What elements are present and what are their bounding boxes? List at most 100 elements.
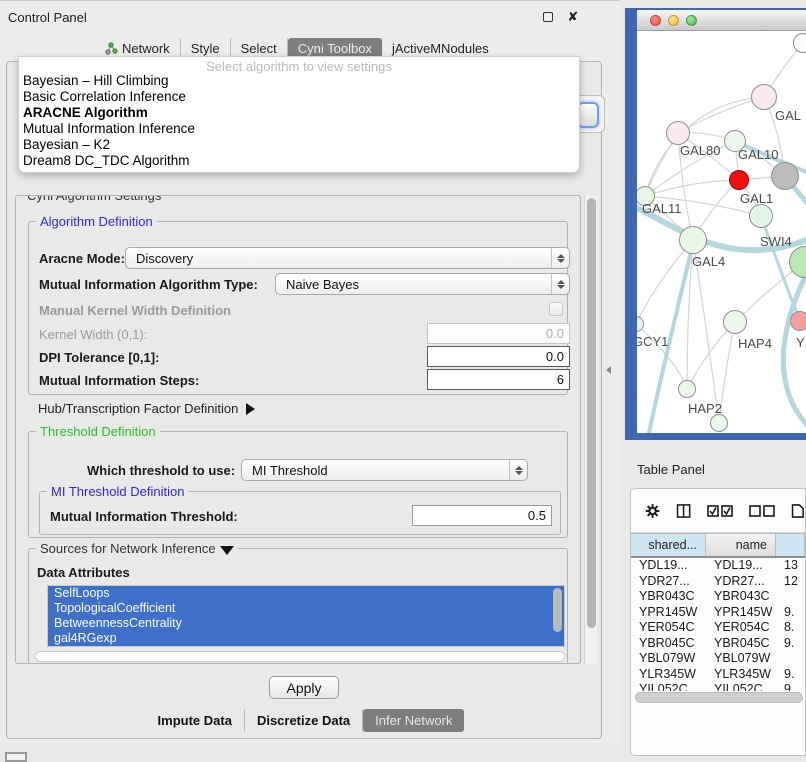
manual-kernel-checkbox[interactable]	[549, 302, 563, 316]
node-label: GAL11	[642, 201, 682, 216]
network-node[interactable]	[790, 311, 806, 331]
cell: YIL052C	[631, 682, 706, 691]
table-row[interactable]: YDL19...YDL19...13	[631, 558, 805, 574]
mi-type-combobox[interactable]: Naive Bayes	[275, 273, 570, 295]
table-row[interactable]: YPR145WYPR145W9.	[631, 605, 805, 621]
settings-vertical-scrollbar[interactable]	[584, 196, 597, 664]
which-threshold-label: Which threshold to use:	[87, 463, 235, 478]
network-node[interactable]	[751, 84, 777, 110]
data-attributes-list[interactable]: SelfLoops TopologicalCoefficient Between…	[47, 585, 565, 647]
mi-threshold-field[interactable]	[412, 505, 552, 526]
cell: YBL079W	[706, 651, 776, 667]
list-item[interactable]: SelfLoops	[48, 586, 564, 601]
column-header-partial[interactable]	[776, 534, 805, 556]
column-header-shared-name[interactable]: shared...	[631, 534, 706, 556]
list-item[interactable]: gal4RGexp	[48, 631, 564, 646]
bottom-tabs: Impute Data Discretize Data Infer Networ…	[7, 709, 603, 732]
network-node[interactable]	[793, 33, 806, 53]
cell: YER054C	[706, 620, 776, 636]
minimized-panel-icon[interactable]	[5, 752, 27, 762]
cell: YDR27...	[631, 574, 706, 590]
scrollbar-thumb[interactable]	[587, 198, 596, 628]
manual-kernel-label: Manual Kernel Width Definition	[39, 303, 231, 318]
column-header-name[interactable]: name	[706, 534, 776, 556]
dropdown-item[interactable]: Dream8 DC_TDC Algorithm	[19, 153, 579, 169]
table-row[interactable]: YDR27...YDR27...12	[631, 574, 805, 590]
hub-definition-label: Hub/Transcription Factor Definition	[38, 401, 238, 416]
tab-label: jActiveMNodules	[392, 41, 489, 56]
table-row[interactable]: YLR345WYLR345W9.	[631, 667, 805, 683]
dropdown-item[interactable]: Bayesian – K2	[19, 137, 579, 153]
list-item[interactable]: TopologicalCoefficient	[48, 601, 564, 616]
network-node[interactable]	[723, 310, 747, 334]
hub-definition-expander[interactable]: Hub/Transcription Factor Definition	[38, 401, 255, 416]
tab-label: Network	[122, 41, 170, 56]
stepper-icon	[551, 248, 569, 268]
dpi-tolerance-label: DPI Tolerance [0,1]:	[39, 350, 159, 365]
cell: YDR27...	[706, 574, 776, 590]
combobox-stepper-icon[interactable]	[577, 102, 599, 128]
deselect-all-columns-icon[interactable]	[749, 505, 775, 517]
float-panel-icon[interactable]	[541, 10, 555, 24]
network-canvas[interactable]: GAL GAL80 GAL10 GAL1 GAL11 SWI4 GAL4 GCY…	[637, 31, 806, 433]
close-panel-icon[interactable]: ✘	[566, 10, 580, 24]
cell: YLR345W	[631, 667, 706, 683]
cell: 12	[776, 574, 805, 590]
network-window-inner: GAL GAL80 GAL10 GAL1 GAL11 SWI4 GAL4 GCY…	[637, 10, 806, 433]
algorithm-dropdown-popup: Select algorithm to view settings Bayesi…	[18, 56, 580, 173]
select-all-columns-icon[interactable]	[707, 505, 733, 517]
tab-infer-network[interactable]: Infer Network	[363, 709, 464, 732]
aracne-mode-value: Discovery	[126, 251, 551, 266]
dropdown-item[interactable]: Bayesian – Hill Climbing	[19, 73, 579, 89]
cell: YDL19...	[631, 558, 706, 574]
network-window-titlebar[interactable]	[637, 10, 806, 31]
table-row[interactable]: YBR045CYBR045C9.	[631, 636, 805, 652]
table-horizontal-scrollbar[interactable]	[635, 692, 803, 703]
gear-icon[interactable]	[645, 501, 660, 521]
cell: 9.	[776, 605, 805, 621]
cell: YER054C	[631, 620, 706, 636]
cell: YIL052C	[706, 682, 776, 691]
chevron-right-icon	[246, 403, 255, 415]
dropdown-item[interactable]: Basic Correlation Inference	[19, 89, 579, 105]
apply-button[interactable]: Apply	[269, 676, 339, 699]
table-row[interactable]: YER054CYER054C8.	[631, 620, 805, 636]
list-horizontal-scrollbar[interactable]	[35, 651, 565, 662]
network-node[interactable]	[678, 380, 696, 398]
tab-impute-data[interactable]: Impute Data	[146, 709, 245, 732]
mi-steps-field[interactable]	[427, 369, 570, 390]
list-vertical-scrollbar[interactable]	[553, 588, 562, 632]
group-title: Algorithm Definition	[36, 214, 157, 229]
network-node[interactable]	[771, 162, 799, 190]
zoom-window-icon[interactable]	[686, 15, 697, 26]
dpi-tolerance-field[interactable]	[427, 346, 570, 367]
node-label: GAL4	[692, 254, 725, 269]
network-node[interactable]	[666, 121, 690, 145]
which-threshold-combobox[interactable]: MI Threshold	[241, 459, 528, 481]
algorithm-definition-group: Algorithm Definition Aracne Mode: Discov…	[28, 221, 568, 395]
tab-discretize-data[interactable]: Discretize Data	[245, 709, 363, 732]
network-view-window[interactable]: GAL GAL80 GAL10 GAL1 GAL11 SWI4 GAL4 GCY…	[625, 8, 806, 440]
list-item[interactable]: BetweennessCentrality	[48, 616, 564, 631]
cell: YPR145W	[631, 605, 706, 621]
network-node[interactable]	[749, 204, 773, 228]
group-title: Cyni Algorithm Settings	[23, 195, 165, 203]
dropdown-item-selected[interactable]: ARACNE Algorithm	[19, 105, 579, 121]
table-row[interactable]: YBL079WYBL079W	[631, 651, 805, 667]
table-row[interactable]: YBR043CYBR043C	[631, 589, 805, 605]
tab-label: Select	[241, 41, 277, 56]
network-node[interactable]	[710, 414, 728, 432]
dropdown-item[interactable]: Mutual Information Inference	[19, 121, 579, 137]
node-label: GAL	[775, 108, 801, 123]
network-node[interactable]	[679, 226, 707, 254]
panel-splitter-arrow-icon[interactable]	[606, 366, 611, 374]
aracne-mode-combobox[interactable]: Discovery	[125, 247, 570, 269]
table-row[interactable]: YIL052CYIL052C9.	[631, 682, 805, 691]
cell: 9.	[776, 682, 805, 691]
mi-threshold-definition-group: MI Threshold Definition Mutual Informati…	[39, 491, 561, 535]
network-node-selected-red[interactable]	[729, 170, 749, 190]
new-table-icon[interactable]	[791, 501, 805, 521]
close-window-icon[interactable]	[650, 15, 661, 26]
minimize-window-icon[interactable]	[668, 15, 679, 26]
split-columns-icon[interactable]	[676, 501, 691, 521]
